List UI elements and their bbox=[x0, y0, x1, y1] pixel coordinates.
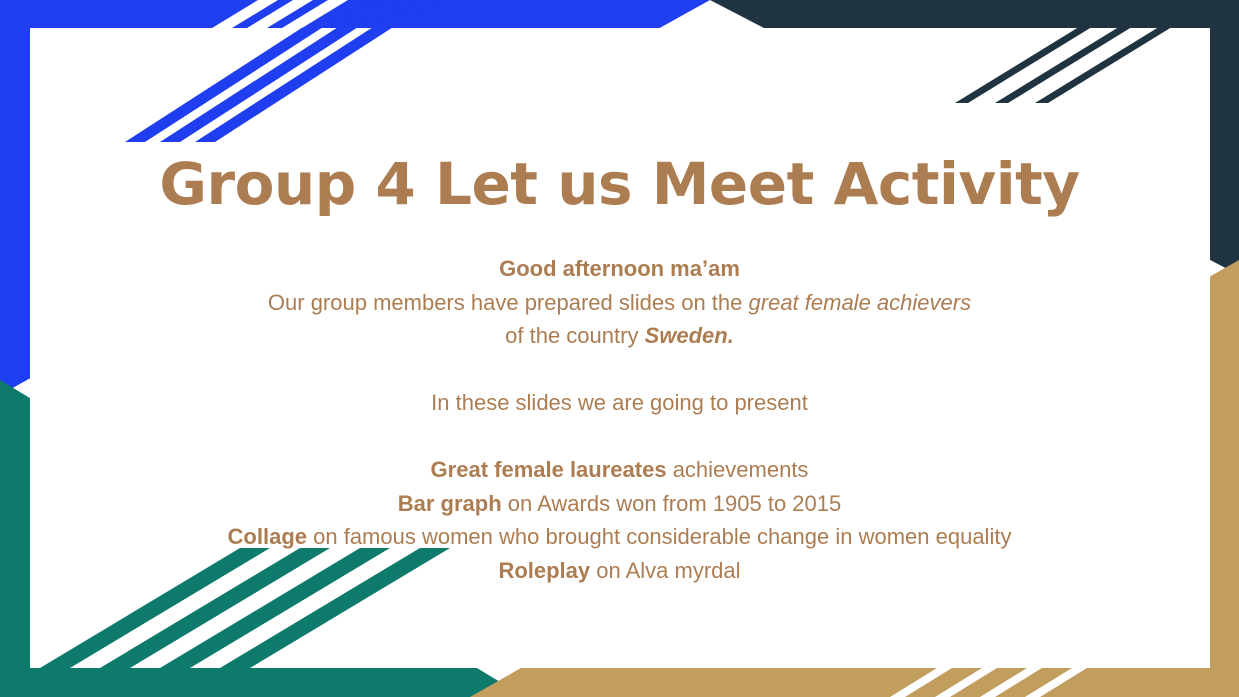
bottom-right-stripes bbox=[890, 668, 1087, 697]
top-left-stripes bbox=[125, 0, 435, 142]
greeting-text: Good afternoon ma’am bbox=[499, 256, 740, 281]
intro-emphasis: great female achievers bbox=[748, 289, 972, 315]
country-line: of the country Sweden. bbox=[0, 319, 1239, 353]
item-bold: Collage bbox=[227, 524, 308, 549]
intro-text: Our group members have prepared slides o… bbox=[267, 289, 749, 315]
item-rest: on famous women who brought considerable… bbox=[307, 524, 1012, 549]
item-rest: on Awards won from 1905 to 2015 bbox=[501, 490, 842, 516]
item-bold: Bar graph bbox=[397, 490, 502, 516]
country-name: Sweden. bbox=[644, 323, 734, 348]
item-rest: achievements bbox=[666, 457, 809, 482]
slide: Group 4 Let us Meet Activity Good aftern… bbox=[0, 0, 1239, 697]
list-item: Collage on famous women who brought cons… bbox=[0, 520, 1239, 554]
slide-body: Good afternoon ma’am Our group members h… bbox=[0, 252, 1239, 587]
intro-line: Our group members have prepared slides o… bbox=[0, 286, 1239, 320]
top-right-stripes bbox=[955, 22, 1180, 103]
list-item: Roleplay on Alva myrdal bbox=[0, 554, 1239, 588]
list-item: Bar graph on Awards won from 1905 to 201… bbox=[0, 487, 1239, 521]
item-bold: Roleplay bbox=[498, 557, 591, 583]
greeting-line: Good afternoon ma’am bbox=[0, 252, 1239, 286]
present-line: In these slides we are going to present bbox=[431, 390, 808, 415]
slide-title: Group 4 Let us Meet Activity bbox=[159, 150, 1080, 218]
list-item: Great female laureates achievements bbox=[0, 453, 1239, 487]
item-bold: Great female laureates bbox=[430, 457, 667, 482]
item-rest: on Alva myrdal bbox=[590, 557, 741, 583]
country-prefix: of the country bbox=[505, 323, 645, 348]
